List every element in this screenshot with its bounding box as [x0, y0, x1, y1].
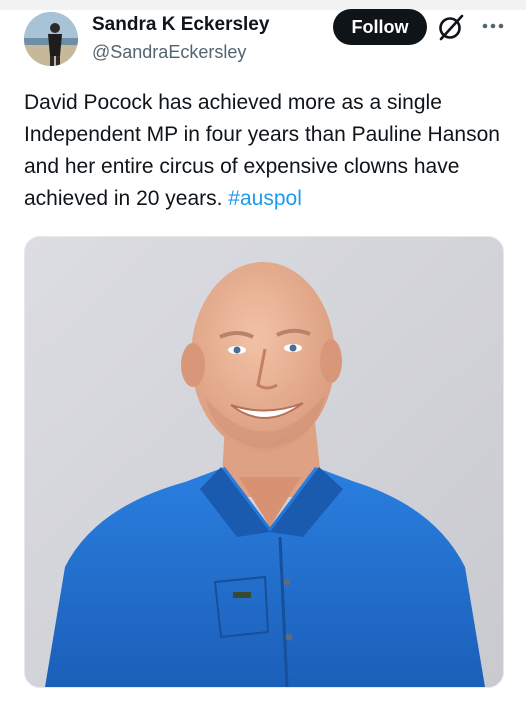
tweet-text: David Pocock has achieved more as a sing… — [24, 87, 510, 215]
author-display-name[interactable]: Sandra K Eckersley — [92, 13, 269, 37]
follow-button[interactable]: Follow — [333, 9, 427, 45]
photo-of-smiling-bald-man-in-blue-shirt — [25, 237, 503, 687]
top-strip — [0, 0, 526, 10]
avatar[interactable] — [24, 12, 78, 66]
more-icon[interactable] — [478, 14, 508, 38]
author-handle[interactable]: @SandraEckersley — [92, 41, 246, 63]
tweet-media[interactable] — [24, 236, 504, 688]
avatar-image — [24, 12, 78, 66]
grok-icon[interactable] — [436, 12, 466, 42]
hashtag-link[interactable]: #auspol — [228, 187, 302, 210]
